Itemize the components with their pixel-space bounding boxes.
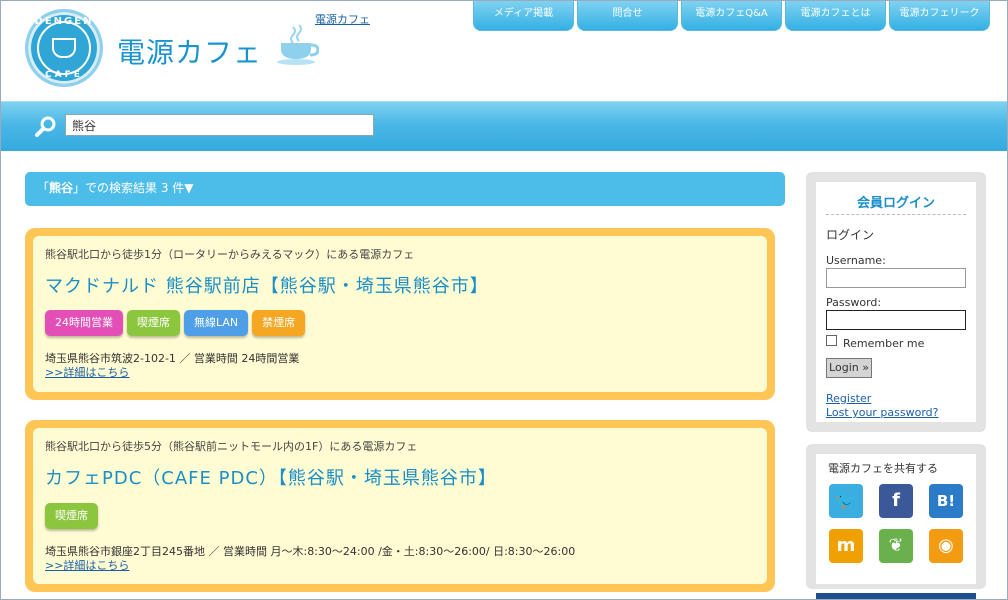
remember-me-label: Remember me <box>843 337 925 350</box>
cafe-card-title[interactable]: カフェPDC（CAFE PDC）【熊谷駅・埼玉県熊谷市】 <box>45 464 497 490</box>
username-label: Username: <box>826 254 886 267</box>
cafe-card-body: 熊谷駅北口から徒歩1分（ロータリーからみえるマック）にある電源カフェ マクドナル… <box>33 236 767 392</box>
nav-tab-qa[interactable]: 電源カフェQ&A <box>681 1 782 31</box>
login-box: 会員ログイン ログイン Username: Password: Remember… <box>816 182 976 422</box>
top-nav: メディア掲載 問合せ 電源カフェQ&A 電源カフェとは 電源カフェリーク <box>473 1 993 31</box>
sidebar-login-panel: 会員ログイン ログイン Username: Password: Remember… <box>806 172 986 432</box>
hatena-bookmark-icon[interactable]: B! <box>929 484 963 518</box>
search-icon[interactable] <box>35 116 57 138</box>
page: DENGEN CAFE 電源カフェ 電源カフェ メディア掲載 問合せ 電源カフェ… <box>0 0 1008 600</box>
cafe-tags: 24時間営業 喫煙席 無線LAN 禁煙席 <box>45 310 309 336</box>
summary-suffix: 」での検索結果 3 件▼ <box>73 181 194 195</box>
divider <box>826 214 966 215</box>
nav-tab-about[interactable]: 電源カフェとは <box>785 1 886 31</box>
evernote-icon[interactable]: ❦ <box>879 529 913 563</box>
nav-tab-contact[interactable]: 問合せ <box>577 1 678 31</box>
remember-me-checkbox[interactable] <box>826 335 837 346</box>
cafe-card-detail-link[interactable]: >>詳細はこちら <box>45 364 129 380</box>
username-input[interactable] <box>826 268 966 288</box>
password-label: Password: <box>826 296 882 309</box>
summary-prefix: 「 <box>37 181 50 195</box>
cafe-card: 熊谷駅北口から徒歩1分（ロータリーからみえるマック）にある電源カフェ マクドナル… <box>25 228 775 400</box>
nav-tab-leak[interactable]: 電源カフェリーク <box>889 1 990 31</box>
password-input[interactable] <box>826 310 966 330</box>
tag-wifi[interactable]: 無線LAN <box>184 310 249 336</box>
facebook-icon[interactable]: f <box>879 484 913 518</box>
tag-24h[interactable]: 24時間営業 <box>45 310 123 336</box>
sidebar-share-panel: 電源カフェを共有する 🐦 f B! m ❦ ◉ <box>806 444 986 589</box>
site-logo-text[interactable]: 電源カフェ <box>117 31 262 71</box>
login-button[interactable]: Login » <box>826 358 872 378</box>
cafe-card: 熊谷駅北口から徒歩5分（熊谷駅前ニットモール内の1F）にある電源カフェ カフェP… <box>25 420 775 592</box>
site-home-link[interactable]: 電源カフェ <box>315 11 370 27</box>
rss-icon[interactable]: ◉ <box>929 529 963 563</box>
login-heading: ログイン <box>826 228 875 242</box>
share-title: 電源カフェを共有する <box>828 462 938 475</box>
cafe-card-body: 熊谷駅北口から徒歩5分（熊谷駅前ニットモール内の1F）にある電源カフェ カフェP… <box>33 428 767 584</box>
twitter-icon[interactable]: 🐦 <box>829 484 863 518</box>
tag-nonsmoking[interactable]: 禁煙席 <box>252 310 306 336</box>
login-title: 会員ログイン <box>856 196 935 211</box>
site-logo-badge[interactable]: DENGEN CAFE <box>25 9 103 87</box>
logo-badge-bottom-text: CAFE <box>45 70 83 80</box>
search-result-summary: 「熊谷」での検索結果 3 件▼ <box>25 172 785 206</box>
mixi-icon[interactable]: m <box>829 529 863 563</box>
nav-tab-media[interactable]: メディア掲載 <box>473 1 574 31</box>
cafe-card-title[interactable]: マクドナルド 熊谷駅前店【熊谷駅・埼玉県熊谷市】 <box>45 272 489 298</box>
cafe-card-detail-link[interactable]: >>詳細はこちら <box>45 557 129 573</box>
lost-password-link[interactable]: Lost your password? <box>826 406 939 419</box>
search-input[interactable] <box>65 114 374 136</box>
summary-keyword: 熊谷 <box>49 181 74 195</box>
tag-smoking[interactable]: 喫煙席 <box>45 503 98 529</box>
tag-smoking[interactable]: 喫煙席 <box>127 310 180 336</box>
register-link[interactable]: Register <box>826 392 871 405</box>
coffee-cup-icon <box>52 38 76 58</box>
coffee-cup-icon <box>277 24 319 65</box>
site-header: DENGEN CAFE 電源カフェ 電源カフェ メディア掲載 問合せ 電源カフェ… <box>1 1 1007 101</box>
cafe-card-subtitle: 熊谷駅北口から徒歩5分（熊谷駅前ニットモール内の1F）にある電源カフェ <box>45 440 418 453</box>
cafe-tags: 喫煙席 <box>45 503 102 529</box>
cafe-card-subtitle: 熊谷駅北口から徒歩1分（ロータリーからみえるマック）にある電源カフェ <box>45 248 415 261</box>
share-box: 電源カフェを共有する 🐦 f B! m ❦ ◉ <box>816 454 976 584</box>
sidebar-banner <box>816 593 976 599</box>
